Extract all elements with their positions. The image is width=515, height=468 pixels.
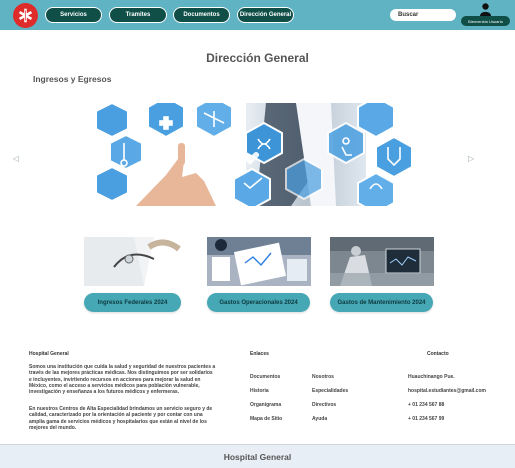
footer-link-directivos[interactable]: Directivos (312, 402, 336, 408)
carousel-prev-icon[interactable]: ◁ (13, 154, 19, 163)
footer-about-title: Hospital General (29, 351, 69, 357)
footer-about-paragraph-1: Somos una institución que cuida la salud… (29, 364, 215, 395)
footer-text-line: investigación y enseñanza a los futuros … (29, 389, 180, 396)
search-input[interactable]: Buscar (390, 9, 456, 21)
card-image-mantenimiento[interactable] (330, 237, 434, 286)
footer-text-line: e incluyentes, invirtiendo recursos en a… (29, 376, 201, 383)
section-title: Ingresos y Egresos (33, 74, 112, 84)
ingresos-federales-button[interactable]: Ingresos Federales 2024 (84, 293, 181, 312)
nav-tramites-button[interactable]: Tramites (109, 7, 167, 23)
footer-link-especialidades[interactable]: Especialidades (312, 388, 348, 394)
footer-text-line: calidad, caracterizado por la orientació… (29, 412, 203, 419)
footer-link-historia[interactable]: Historia (250, 388, 269, 394)
footer-contact-email[interactable]: hospital.estudiantes@gmail.com (408, 388, 486, 394)
card-image-operacionales[interactable] (207, 237, 311, 286)
footer-link-mapa-de-sitio[interactable]: Mapa de Sitio (250, 416, 282, 422)
footer-link-nosotros[interactable]: Nosotros (312, 374, 334, 380)
footer-contact-title: Contacto (427, 351, 449, 357)
medical-star-logo-icon[interactable] (13, 3, 38, 28)
footer-text-line: amplia gama de servicios médicos y hospi… (29, 418, 207, 425)
footer-text-line: mejores del mundo. (29, 424, 77, 431)
carousel-banner-image (96, 103, 419, 206)
nav-servicios-button[interactable]: Servicios (45, 7, 102, 23)
footer-link-documentos[interactable]: Documentos (250, 374, 280, 380)
nav-documentos-button[interactable]: Documentos (173, 7, 230, 23)
carousel-next-icon[interactable]: ▷ (468, 154, 474, 163)
top-navbar: Servicios Tramites Documentos Dirección … (0, 0, 515, 30)
footer-links-title: Enlaces (250, 351, 269, 357)
footer-link-ayuda[interactable]: Ayuda (312, 416, 327, 422)
footer-about-paragraph-2: En nuestros Centros de Alta Especialidad… (29, 406, 212, 431)
gastos-mantenimiento-button[interactable]: Gastos de Mantenimiento 2024 (330, 293, 433, 312)
nav-direccion-general-button[interactable]: Dirección General (237, 7, 294, 23)
user-menu[interactable]: Bienvenido Usuario (461, 3, 510, 27)
gastos-operacionales-button[interactable]: Gastos Operacionales 2024 (207, 293, 310, 312)
footer-text-line: través de las mejores prácticas médicas.… (29, 370, 213, 377)
card-image-ingresos[interactable] (84, 237, 188, 286)
user-icon (480, 3, 491, 16)
footer-link-organigrama[interactable]: Organigrama (250, 402, 281, 408)
footer-bottom-title: Hospital General (0, 444, 515, 468)
footer-contact-phone-2[interactable]: + 01 234 567 99 (408, 416, 444, 422)
footer-contact-address: Huauchinango Pue. (408, 374, 455, 380)
page-title: Dirección General (206, 51, 309, 65)
user-greeting: Bienvenido Usuario (461, 16, 510, 26)
footer-contact-phone-1[interactable]: + 01 234 567 88 (408, 402, 444, 408)
